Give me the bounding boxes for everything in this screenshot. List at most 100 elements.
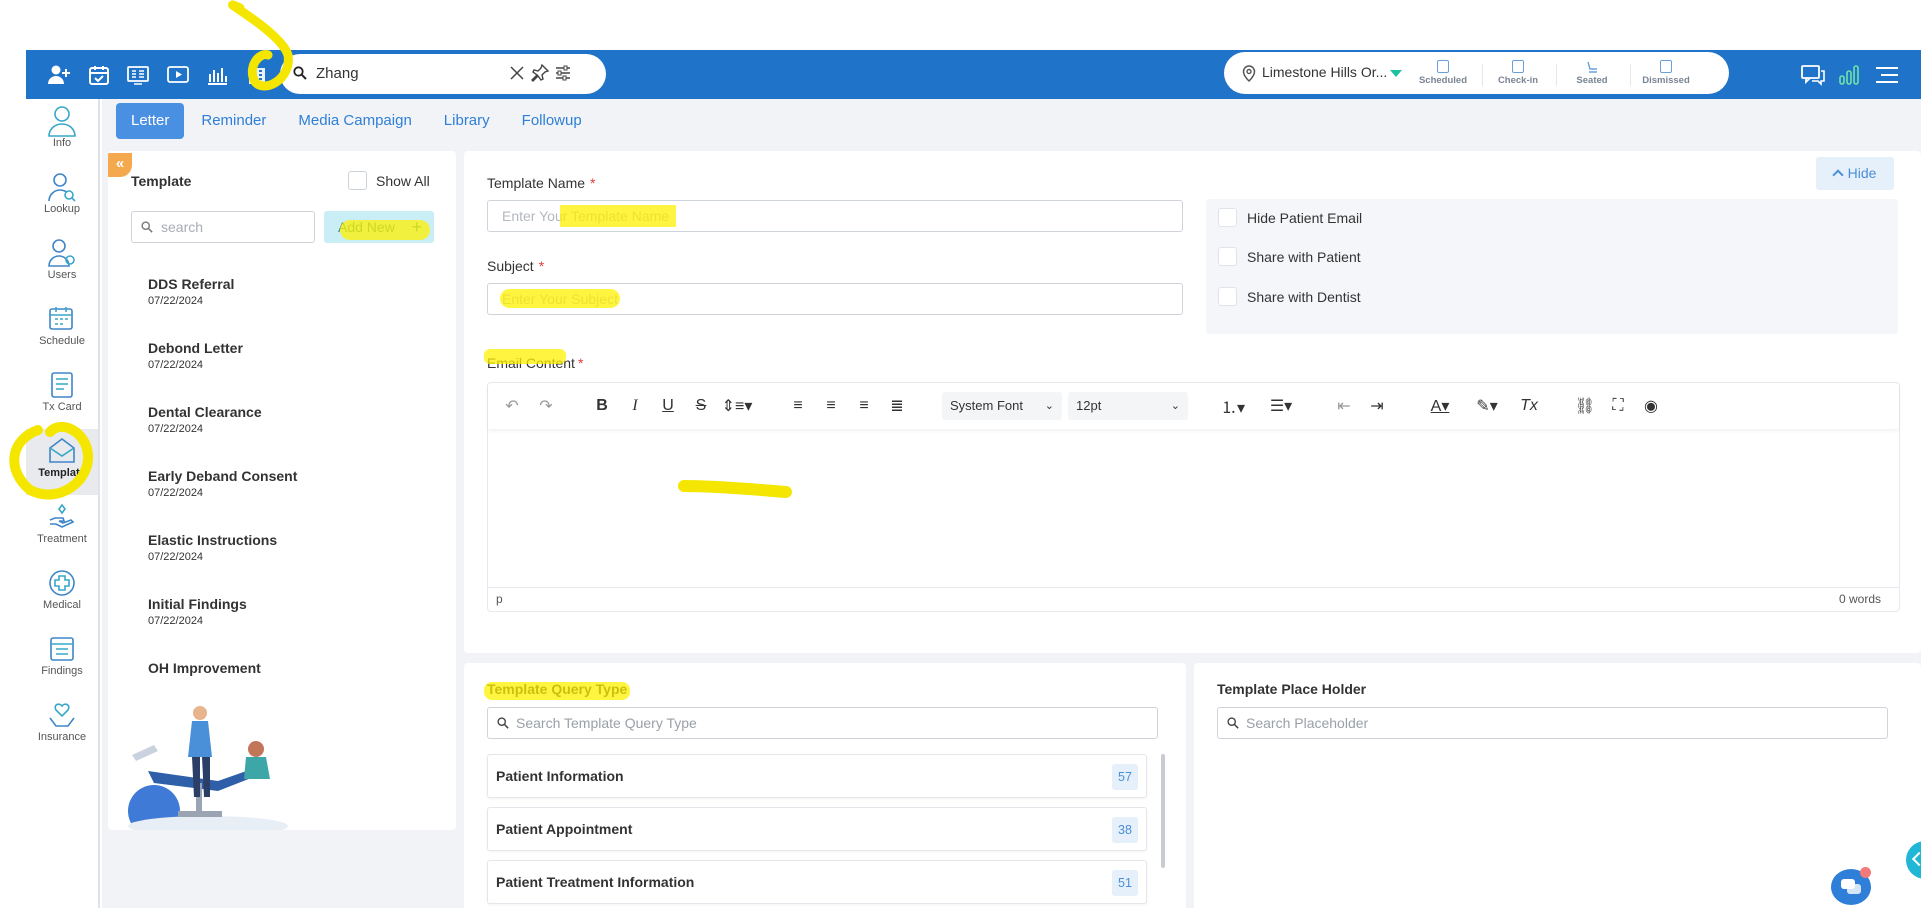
text-color-icon[interactable]: A▾: [1423, 395, 1457, 417]
share-with-patient-checkbox[interactable]: Share with Patient: [1218, 247, 1361, 266]
notification-dot: [1860, 867, 1871, 878]
calendar-check-icon[interactable]: [86, 62, 112, 88]
editor-toolbar: ↶ ↷ B I U S ⇕≡▾ ≡ ≡ ≡ ≣ System Font ⌄ 12p…: [488, 383, 1899, 429]
template-list-item[interactable]: DDS Referral 07/22/2024: [148, 276, 234, 307]
redo-icon[interactable]: ↷: [536, 395, 556, 417]
location-status-bar: Limestone Hills Or... Scheduled Check-in…: [1224, 52, 1729, 94]
pin-icon[interactable]: [530, 63, 550, 88]
line-height-icon[interactable]: ⇕≡▾: [720, 395, 754, 417]
hide-button[interactable]: Hide: [1816, 157, 1894, 190]
align-right-icon[interactable]: ≡: [854, 395, 874, 417]
query-type-row[interactable]: Patient Treatment Information 51: [487, 860, 1147, 904]
highlight-color-icon[interactable]: ✎▾: [1470, 395, 1504, 417]
tab-followup[interactable]: Followup: [507, 103, 597, 139]
clear-formatting-icon[interactable]: Tx: [1519, 395, 1539, 417]
editor-body[interactable]: [488, 429, 1899, 587]
nav-info[interactable]: Info: [26, 99, 98, 165]
tab-media-campaign[interactable]: Media Campaign: [283, 103, 426, 139]
bar-chart-icon[interactable]: [204, 62, 230, 88]
nav-tx-card[interactable]: Tx Card: [26, 363, 98, 429]
global-search[interactable]: Zhang: [280, 54, 606, 94]
template-list-item[interactable]: Elastic Instructions 07/22/2024: [148, 532, 277, 563]
tab-reminder[interactable]: Reminder: [186, 103, 281, 139]
calendar-icon: [45, 303, 79, 335]
tab-library[interactable]: Library: [429, 103, 505, 139]
add-new-button[interactable]: Add New +: [324, 211, 434, 243]
checkbox[interactable]: [348, 171, 367, 190]
nav-users[interactable]: Users: [26, 231, 98, 297]
nav-lookup[interactable]: Lookup: [26, 165, 98, 231]
building-icon[interactable]: [244, 62, 270, 88]
query-type-title: Template Query Type: [487, 681, 628, 697]
font-size-select[interactable]: 12pt ⌄: [1068, 392, 1188, 420]
clear-icon[interactable]: [508, 64, 526, 87]
align-justify-icon[interactable]: ≣: [887, 395, 907, 417]
nav-insurance[interactable]: Insurance: [26, 693, 98, 759]
collapse-panel-button[interactable]: «: [108, 153, 132, 177]
template-list-item[interactable]: Initial Findings 07/22/2024: [148, 596, 247, 627]
underline-icon[interactable]: U: [658, 395, 678, 417]
bullet-list-icon[interactable]: ☰▾: [1263, 395, 1299, 417]
status-seated[interactable]: Seated: [1557, 58, 1627, 90]
signal-bars-icon[interactable]: [1836, 62, 1862, 88]
monitor-grid-icon[interactable]: [125, 62, 151, 88]
filter-sliders-icon[interactable]: [554, 64, 572, 87]
template-list-item[interactable]: Debond Letter 07/22/2024: [148, 340, 243, 371]
chat-icon[interactable]: [1800, 62, 1826, 88]
nav-medical[interactable]: Medical: [26, 561, 98, 627]
placeholder-search-input[interactable]: Search Placeholder: [1217, 707, 1888, 739]
scrollbar[interactable]: [1161, 754, 1165, 868]
status-scheduled[interactable]: Scheduled: [1408, 58, 1478, 90]
template-list-item[interactable]: Dental Clearance 07/22/2024: [148, 404, 262, 435]
show-all-checkbox[interactable]: Show All: [348, 171, 430, 190]
template-search-input[interactable]: search: [131, 211, 315, 243]
status-dismissed[interactable]: Dismissed: [1631, 58, 1701, 90]
main-content: Letter Reminder Media Campaign Library F…: [102, 99, 1921, 908]
users-icon: [45, 237, 79, 269]
nav-schedule[interactable]: Schedule: [26, 297, 98, 363]
query-type-row[interactable]: Patient Appointment 38: [487, 807, 1147, 851]
template-name: Elastic Instructions: [148, 532, 278, 548]
subject-input[interactable]: Enter Your Subject: [487, 283, 1183, 315]
query-type-row[interactable]: Patient Information 57: [487, 754, 1147, 798]
link-icon[interactable]: ⛓: [1575, 395, 1595, 417]
template-list-item[interactable]: Early Deband Consent 07/22/2024: [148, 468, 297, 499]
chat-widget-button[interactable]: [1831, 867, 1871, 905]
template-name: OH Improvement: [148, 660, 261, 676]
user-icon: [45, 105, 79, 137]
align-center-icon[interactable]: ≡: [821, 395, 841, 417]
template-name-input[interactable]: Enter Your Template Name: [487, 200, 1183, 232]
template-date: 07/22/2024: [148, 615, 204, 627]
add-user-icon[interactable]: [46, 62, 72, 88]
location-select[interactable]: Limestone Hills Or...: [1262, 64, 1387, 80]
tab-letter[interactable]: Letter: [116, 103, 185, 139]
nav-template[interactable]: Template: [26, 429, 98, 495]
plus-icon: +: [411, 217, 422, 237]
chat-bubble-icon: [1841, 879, 1861, 894]
fullscreen-icon[interactable]: ⛶: [1608, 395, 1628, 417]
italic-icon[interactable]: I: [625, 395, 645, 417]
play-screen-icon[interactable]: [165, 62, 191, 88]
chevron-up-icon: [1831, 169, 1844, 181]
indent-icon[interactable]: ⇥: [1367, 395, 1387, 417]
rich-text-editor[interactable]: ↶ ↷ B I U S ⇕≡▾ ≡ ≡ ≡ ≣ System Font ⌄ 12p…: [487, 382, 1900, 612]
preview-eye-icon[interactable]: ◉: [1641, 395, 1661, 417]
nav-treatment[interactable]: Treatment: [26, 495, 98, 561]
menu-icon[interactable]: [1874, 62, 1900, 88]
caret-down-icon[interactable]: [1390, 70, 1402, 77]
editor-status-bar: p 0 words: [488, 587, 1899, 611]
font-family-select[interactable]: System Font ⌄: [942, 392, 1062, 420]
template-list-item[interactable]: OH Improvement: [148, 660, 261, 679]
share-with-dentist-checkbox[interactable]: Share with Dentist: [1218, 287, 1361, 306]
align-left-icon[interactable]: ≡: [788, 395, 808, 417]
numbered-list-icon[interactable]: ⒈▾: [1215, 395, 1251, 417]
status-check-in[interactable]: Check-in: [1483, 58, 1553, 90]
hide-patient-email-checkbox[interactable]: Hide Patient Email: [1218, 208, 1362, 227]
search-input[interactable]: Zhang: [316, 65, 359, 82]
bold-icon[interactable]: B: [592, 395, 612, 417]
outdent-icon[interactable]: ⇤: [1334, 395, 1354, 417]
undo-icon[interactable]: ↶: [502, 395, 522, 417]
query-type-search-input[interactable]: Search Template Query Type: [487, 707, 1158, 739]
nav-findings[interactable]: Findings: [26, 627, 98, 693]
strikethrough-icon[interactable]: S: [691, 395, 711, 417]
